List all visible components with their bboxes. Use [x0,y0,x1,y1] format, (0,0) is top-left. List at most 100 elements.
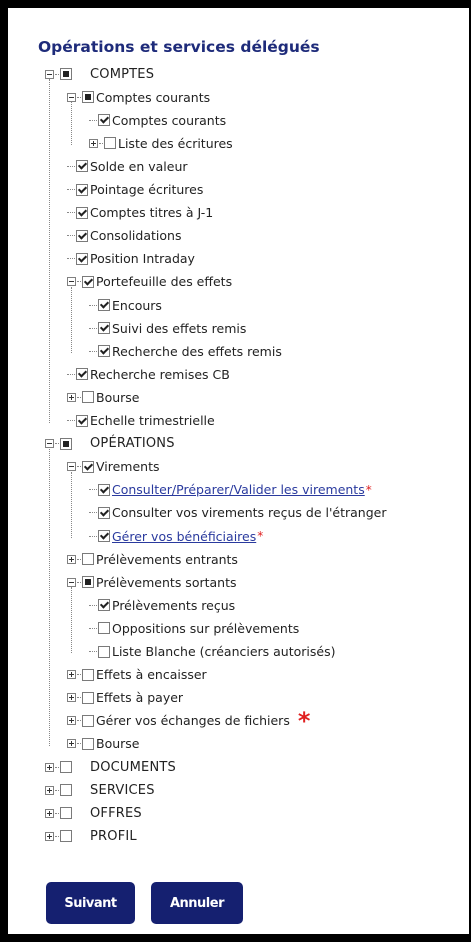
checkbox-suivi-effets-remis[interactable] [98,322,110,335]
checkbox-offres[interactable] [60,807,72,820]
checkbox-comptes-courants[interactable] [82,91,94,104]
expand-icon[interactable] [45,831,54,841]
tree-row-recherche-remises-cb[interactable]: Recherche remises CB [67,363,230,385]
checkbox-prelevements-entrants[interactable] [82,553,94,566]
checkbox-oppositions-prelevements[interactable] [98,622,110,635]
tree-guide-line [71,286,72,354]
collapse-icon[interactable] [67,92,76,102]
tree-row-prelevements-sortants[interactable]: Prélèvements sortants [67,571,237,593]
tree-row-comptes-titres[interactable]: Comptes titres à J-1 [67,202,213,224]
tree-row-virements-etranger[interactable]: Consulter vos virements reçus de l'étran… [89,502,386,524]
tree-row-services[interactable]: SERVICES [45,779,155,801]
tree-connector [55,835,59,837]
expand-icon[interactable] [67,739,76,749]
tree-row-profil[interactable]: PROFIL [45,825,137,847]
checkbox-virements-etranger[interactable] [98,506,110,519]
tree-connector [77,743,81,745]
tree-row-bourse-operations[interactable]: Bourse [67,733,140,755]
tree-connector [77,96,81,98]
collapse-icon[interactable] [45,439,54,449]
tree-row-recherche-effets-remis[interactable]: Recherche des effets remis [89,340,282,362]
checkbox-documents[interactable] [60,761,72,773]
checkbox-prelevements-recus[interactable] [98,599,110,612]
tree-row-virements[interactable]: Virements [67,456,160,478]
tree-row-pointage-ecritures[interactable]: Pointage écritures [67,179,203,201]
expand-icon[interactable] [67,716,76,726]
tree-row-liste-ecritures[interactable]: Liste des écritures [89,132,233,154]
tree-row-suivi-effets-remis[interactable]: Suivi des effets remis [89,317,246,339]
checkbox-comptes-titres[interactable] [76,206,88,219]
tree-label-consulter-virements[interactable]: Consulter/Préparer/Valider les virements [112,482,365,497]
tree-row-consulter-virements[interactable]: Consulter/Préparer/Valider les virements… [89,479,372,501]
checkbox-comptes[interactable] [60,68,72,80]
expand-icon[interactable] [67,392,76,402]
checkbox-effets-encaisser[interactable] [82,668,94,681]
tree-connector [67,189,75,190]
collapse-icon[interactable] [67,277,76,287]
checkbox-recherche-remises-cb[interactable] [76,368,88,381]
checkbox-operations[interactable] [60,437,72,450]
checkbox-recherche-effets-remis[interactable] [98,345,110,358]
checkbox-pointage-ecritures[interactable] [76,183,88,196]
checkbox-encours[interactable] [98,299,110,311]
tree-row-liste-blanche[interactable]: Liste Blanche (créanciers autorisés) [89,641,336,663]
tree-row-comptes-courants[interactable]: Comptes courants [67,86,210,108]
tree-connector [77,558,81,560]
tree-row-comptes-courants-sub[interactable]: Comptes courants [89,109,226,131]
checkbox-echanges-fichiers[interactable] [82,714,94,727]
tree-row-echanges-fichiers[interactable]: Gérer vos échanges de fichiers * [67,709,310,733]
checkbox-consolidations[interactable] [76,229,88,242]
next-button[interactable]: Suivant [46,882,135,924]
tree-label-bourse-operations: Bourse [96,736,140,752]
tree-row-comptes[interactable]: COMPTES [45,63,154,85]
collapse-icon[interactable] [67,577,76,587]
checkbox-liste-ecritures[interactable] [104,137,116,150]
checkbox-bourse-comptes[interactable] [82,391,94,404]
collapse-icon[interactable] [67,462,76,472]
tree-label-oppositions-prelevements: Oppositions sur prélèvements [112,620,300,636]
checkbox-portefeuille-effets[interactable] [82,275,94,288]
tree-row-offres[interactable]: OFFRES [45,802,142,824]
expand-icon[interactable] [45,762,54,772]
expand-icon[interactable] [67,554,76,564]
checkbox-gerer-beneficiaires[interactable] [98,530,110,542]
tree-row-effets-payer[interactable]: Effets à payer [67,687,183,709]
checkbox-bourse-operations[interactable] [82,737,94,750]
checkbox-profil[interactable] [60,830,72,843]
tree-row-gerer-beneficiaires[interactable]: Gérer vos bénéficiaires * [89,525,263,547]
checkbox-virements[interactable] [82,460,94,473]
checkbox-echelle-trimestrielle[interactable] [76,414,88,427]
tree-row-effets-encaisser[interactable]: Effets à encaisser [67,664,207,686]
tree-label-gerer-beneficiaires[interactable]: Gérer vos bénéficiaires [112,529,256,544]
expand-icon[interactable] [67,693,76,703]
checkbox-effets-payer[interactable] [82,691,94,704]
checkbox-position-intraday[interactable] [76,252,88,265]
collapse-icon[interactable] [45,69,54,79]
tree-row-bourse-comptes[interactable]: Bourse [67,386,140,408]
checkbox-services[interactable] [60,784,72,797]
tree-row-consolidations[interactable]: Consolidations [67,225,181,247]
tree-row-echelle-trimestrielle[interactable]: Echelle trimestrielle [67,410,215,432]
tree-row-solde-valeur[interactable]: Solde en valeur [67,155,188,177]
cancel-button[interactable]: Annuler [151,882,243,924]
tree-row-encours[interactable]: Encours [89,294,162,316]
tree-row-documents[interactable]: DOCUMENTS [45,756,176,778]
checkbox-comptes-courants-sub[interactable] [98,114,110,127]
expand-icon[interactable] [45,785,54,795]
tree-connector [99,142,103,144]
expand-icon[interactable] [45,808,54,818]
expand-icon[interactable] [67,670,76,680]
tree-row-position-intraday[interactable]: Position Intraday [67,248,195,270]
tree-row-portefeuille-effets[interactable]: Portefeuille des effets [67,271,232,293]
checkbox-consulter-virements[interactable] [98,483,110,496]
checkbox-liste-blanche[interactable] [98,645,110,658]
tree-row-prelevements-recus[interactable]: Prélèvements reçus [89,594,235,616]
expand-icon[interactable] [89,138,98,148]
tree-row-operations[interactable]: OPÉRATIONS [45,433,175,455]
checkbox-prelevements-sortants[interactable] [82,576,94,589]
tree-row-prelevements-entrants[interactable]: Prélèvements entrants [67,548,238,570]
checkbox-solde-valeur[interactable] [76,160,88,173]
required-marker: * [257,529,264,543]
tree-row-oppositions-prelevements[interactable]: Oppositions sur prélèvements [89,617,299,639]
tree-connector [89,512,97,514]
